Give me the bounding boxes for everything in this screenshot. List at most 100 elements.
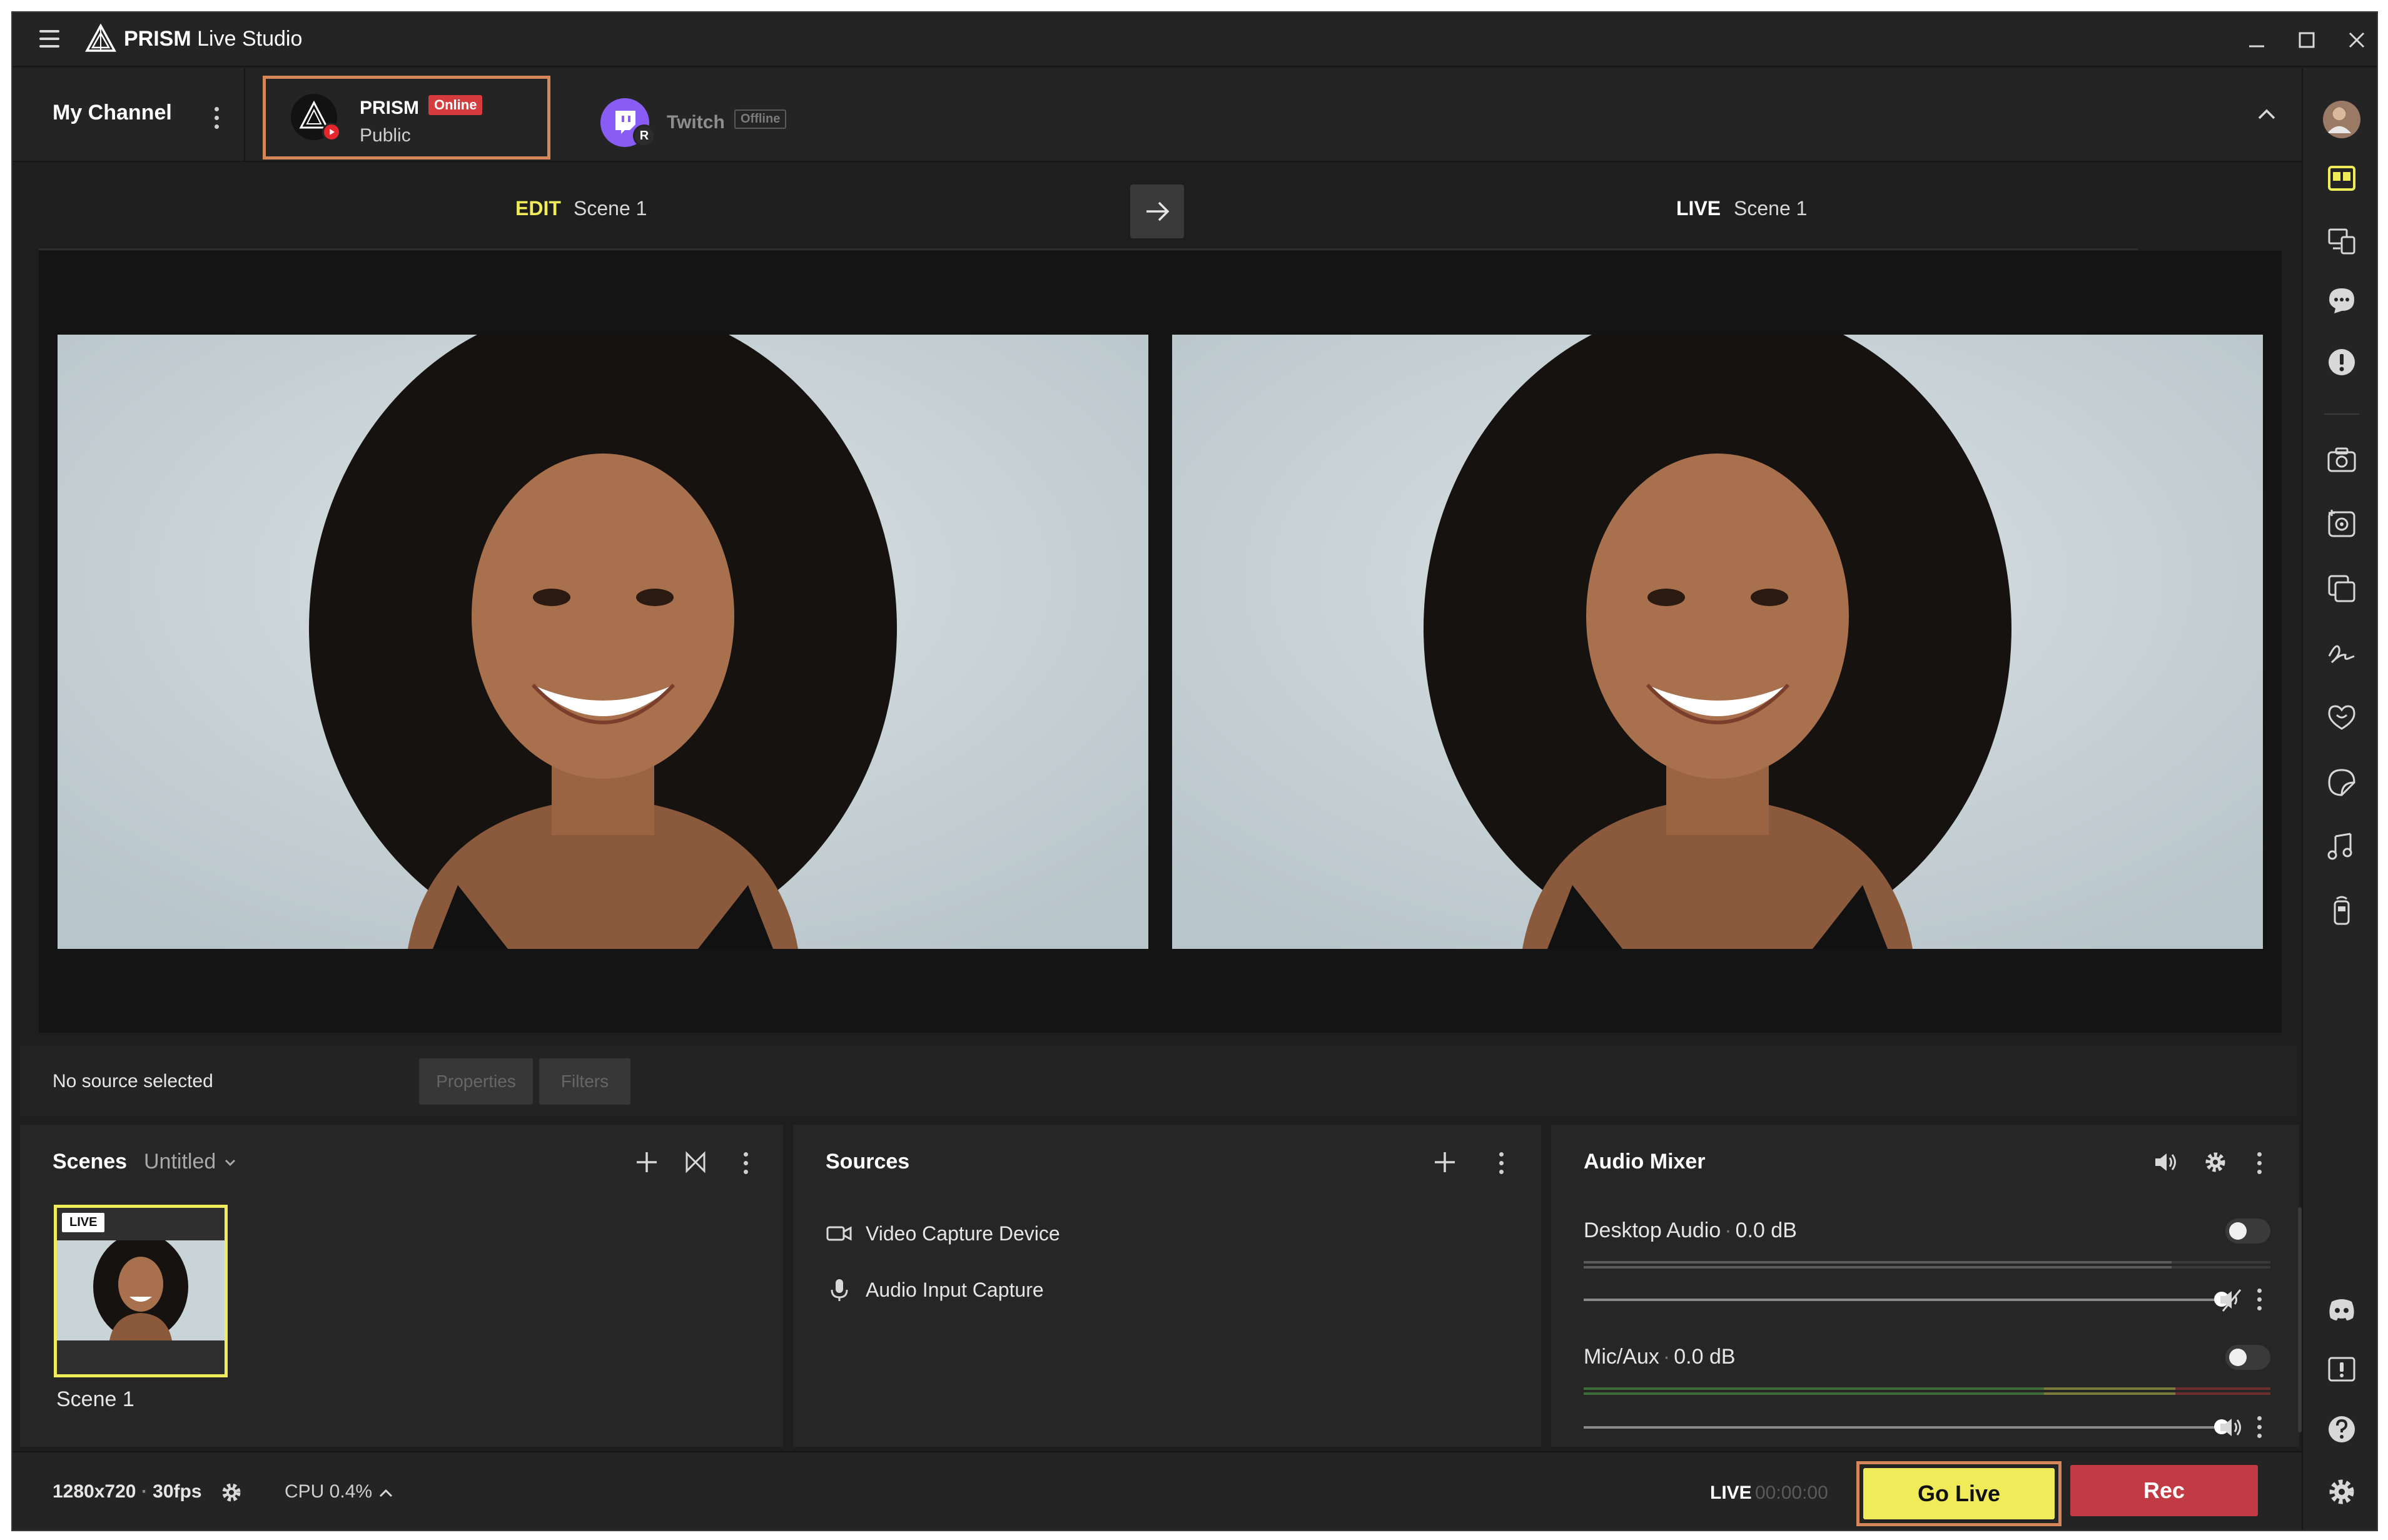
properties-button[interactable]: Properties xyxy=(419,1058,533,1105)
live-mode-label: LIVE xyxy=(1676,197,1721,220)
desktop-audio-volume-slider[interactable] xyxy=(1584,1292,2229,1307)
filters-button[interactable]: Filters xyxy=(539,1058,630,1105)
cpu-usage: CPU 0.4% xyxy=(285,1481,373,1502)
desktop-audio-meter-2 xyxy=(1584,1266,2270,1269)
collapse-chevron-up-icon[interactable] xyxy=(2253,101,2280,128)
preview-header-divider xyxy=(39,248,2138,250)
audio-channel-level: 0.0 dB xyxy=(1674,1345,1736,1369)
minimize-icon[interactable] xyxy=(2242,25,2272,55)
twitch-channel-name[interactable]: Twitch xyxy=(667,112,725,133)
chat-icon[interactable] xyxy=(2325,285,2358,317)
scenes-dock: Scenes Untitled LIVE Scene 1 xyxy=(20,1125,783,1447)
speaker-muted-icon[interactable] xyxy=(2217,1286,2244,1314)
twitch-restream-badge: R xyxy=(633,124,655,147)
preview-area xyxy=(39,251,2282,1033)
live-scene-name: Scene 1 xyxy=(1734,197,1808,220)
remote-icon[interactable] xyxy=(2325,894,2358,926)
overlay-icon[interactable] xyxy=(2325,572,2358,605)
go-live-button-frame: Go Live xyxy=(1856,1461,2062,1526)
maximize-icon[interactable] xyxy=(2292,25,2322,55)
channel-divider xyxy=(244,68,245,161)
capture-icon[interactable] xyxy=(2325,507,2358,540)
online-badge: Online xyxy=(428,95,483,115)
app-title: PRISM Live Studio xyxy=(124,27,303,51)
edit-scene-name: Scene 1 xyxy=(574,197,647,220)
source-selection-status: No source selected xyxy=(53,1071,213,1092)
mic-aux-volume-slider[interactable] xyxy=(1584,1419,2229,1434)
transition-button[interactable] xyxy=(1130,185,1184,238)
notice-icon[interactable] xyxy=(2325,1353,2358,1385)
portrait-image xyxy=(58,335,1148,949)
scenes-title: Scenes xyxy=(53,1150,128,1173)
chevron-up-icon[interactable] xyxy=(377,1484,395,1502)
transition-bowtie-icon[interactable] xyxy=(682,1148,709,1176)
signature-icon[interactable] xyxy=(2325,637,2358,670)
sources-dock: Sources Video Capture Device Audio Input… xyxy=(793,1125,1541,1447)
devices-icon[interactable] xyxy=(2325,225,2358,257)
speaker-icon[interactable] xyxy=(2217,1414,2244,1441)
desktop-audio-toggle[interactable] xyxy=(2225,1218,2270,1244)
prism-channel-name: PRISM xyxy=(360,98,420,118)
source-item-label: Video Capture Device xyxy=(866,1222,1060,1245)
audio-channel-name: Desktop Audio xyxy=(1584,1218,1721,1242)
arrow-right-icon xyxy=(1146,201,1170,221)
audio-channel-name: Mic/Aux xyxy=(1584,1345,1659,1369)
desktop-audio-more-icon[interactable] xyxy=(2255,1289,2263,1315)
prism-logo-icon xyxy=(85,24,116,52)
scene-thumbnail xyxy=(57,1240,225,1340)
camera-icon xyxy=(826,1226,852,1241)
audio-channel-desktop: Desktop Audio · 0.0 dB xyxy=(1584,1218,1797,1242)
settings-icon[interactable] xyxy=(2325,1476,2358,1508)
live-timer: 00:00:00 xyxy=(1755,1482,1828,1503)
alert-icon[interactable] xyxy=(2325,346,2358,378)
layout-icon[interactable] xyxy=(2325,162,2358,195)
speaker-icon[interactable] xyxy=(2152,1148,2179,1176)
chevron-down-icon xyxy=(225,1159,235,1167)
mic-aux-more-icon[interactable] xyxy=(2255,1416,2263,1442)
right-sidebar xyxy=(2302,68,2377,1530)
mic-aux-meter xyxy=(1584,1387,2270,1390)
live-preview-canvas xyxy=(1172,335,2263,949)
resolution: 1280x720 xyxy=(53,1481,136,1502)
sources-more-icon[interactable] xyxy=(1497,1152,1505,1178)
discord-icon[interactable] xyxy=(2325,1293,2358,1325)
heart-chat-icon[interactable] xyxy=(2325,701,2358,734)
add-scene-icon[interactable] xyxy=(633,1148,660,1176)
sticker-icon[interactable] xyxy=(2325,766,2358,799)
scene-collection-dropdown[interactable]: Untitled xyxy=(144,1150,238,1174)
channel-more-icon[interactable] xyxy=(213,107,220,133)
source-toolbar: No source selected Properties Filters xyxy=(20,1046,2297,1116)
edit-mode-label: EDIT xyxy=(515,197,561,220)
prism-app-window: PRISM Live Studio My Channel PRISM Onlin… xyxy=(11,11,2378,1531)
desktop-audio-meter xyxy=(1584,1261,2270,1264)
record-button[interactable]: Rec xyxy=(2070,1465,2258,1516)
preview-header: EDIT Scene 1 LIVE Scene 1 xyxy=(13,163,2302,251)
gear-icon[interactable] xyxy=(219,1480,244,1505)
close-icon[interactable] xyxy=(2342,25,2372,55)
portrait-image xyxy=(1172,335,2263,949)
avatar[interactable] xyxy=(2323,101,2360,138)
my-channel-label: My Channel xyxy=(53,101,172,124)
music-icon[interactable] xyxy=(2325,830,2358,863)
scenes-more-icon[interactable] xyxy=(742,1152,749,1178)
scene-live-badge: LIVE xyxy=(62,1213,105,1232)
mic-aux-toggle[interactable] xyxy=(2225,1345,2270,1370)
audio-channel-level: 0.0 dB xyxy=(1735,1218,1797,1242)
youtube-icon xyxy=(322,123,341,141)
hamburger-menu-icon[interactable] xyxy=(38,26,63,51)
audio-mixer-title: Audio Mixer xyxy=(1584,1150,1706,1173)
audio-mixer-more-icon[interactable] xyxy=(2255,1152,2263,1178)
scene-card[interactable]: LIVE xyxy=(54,1205,228,1377)
audio-channel-mic: Mic/Aux · 0.0 dB xyxy=(1584,1345,1736,1369)
edit-preview-canvas[interactable] xyxy=(58,335,1148,949)
help-icon[interactable] xyxy=(2325,1413,2358,1446)
title-bar: PRISM Live Studio xyxy=(13,13,2377,67)
channel-card-prism[interactable]: PRISM Online Public xyxy=(263,76,550,160)
camera-icon[interactable] xyxy=(2325,443,2358,476)
channel-bar: My Channel PRISM Online Public R Twitch … xyxy=(13,68,2302,162)
go-live-button[interactable]: Go Live xyxy=(1863,1468,2055,1519)
add-source-icon[interactable] xyxy=(1431,1148,1459,1176)
gear-icon[interactable] xyxy=(2202,1148,2229,1176)
scene-name: Scene 1 xyxy=(56,1387,134,1411)
sources-title: Sources xyxy=(826,1150,910,1173)
